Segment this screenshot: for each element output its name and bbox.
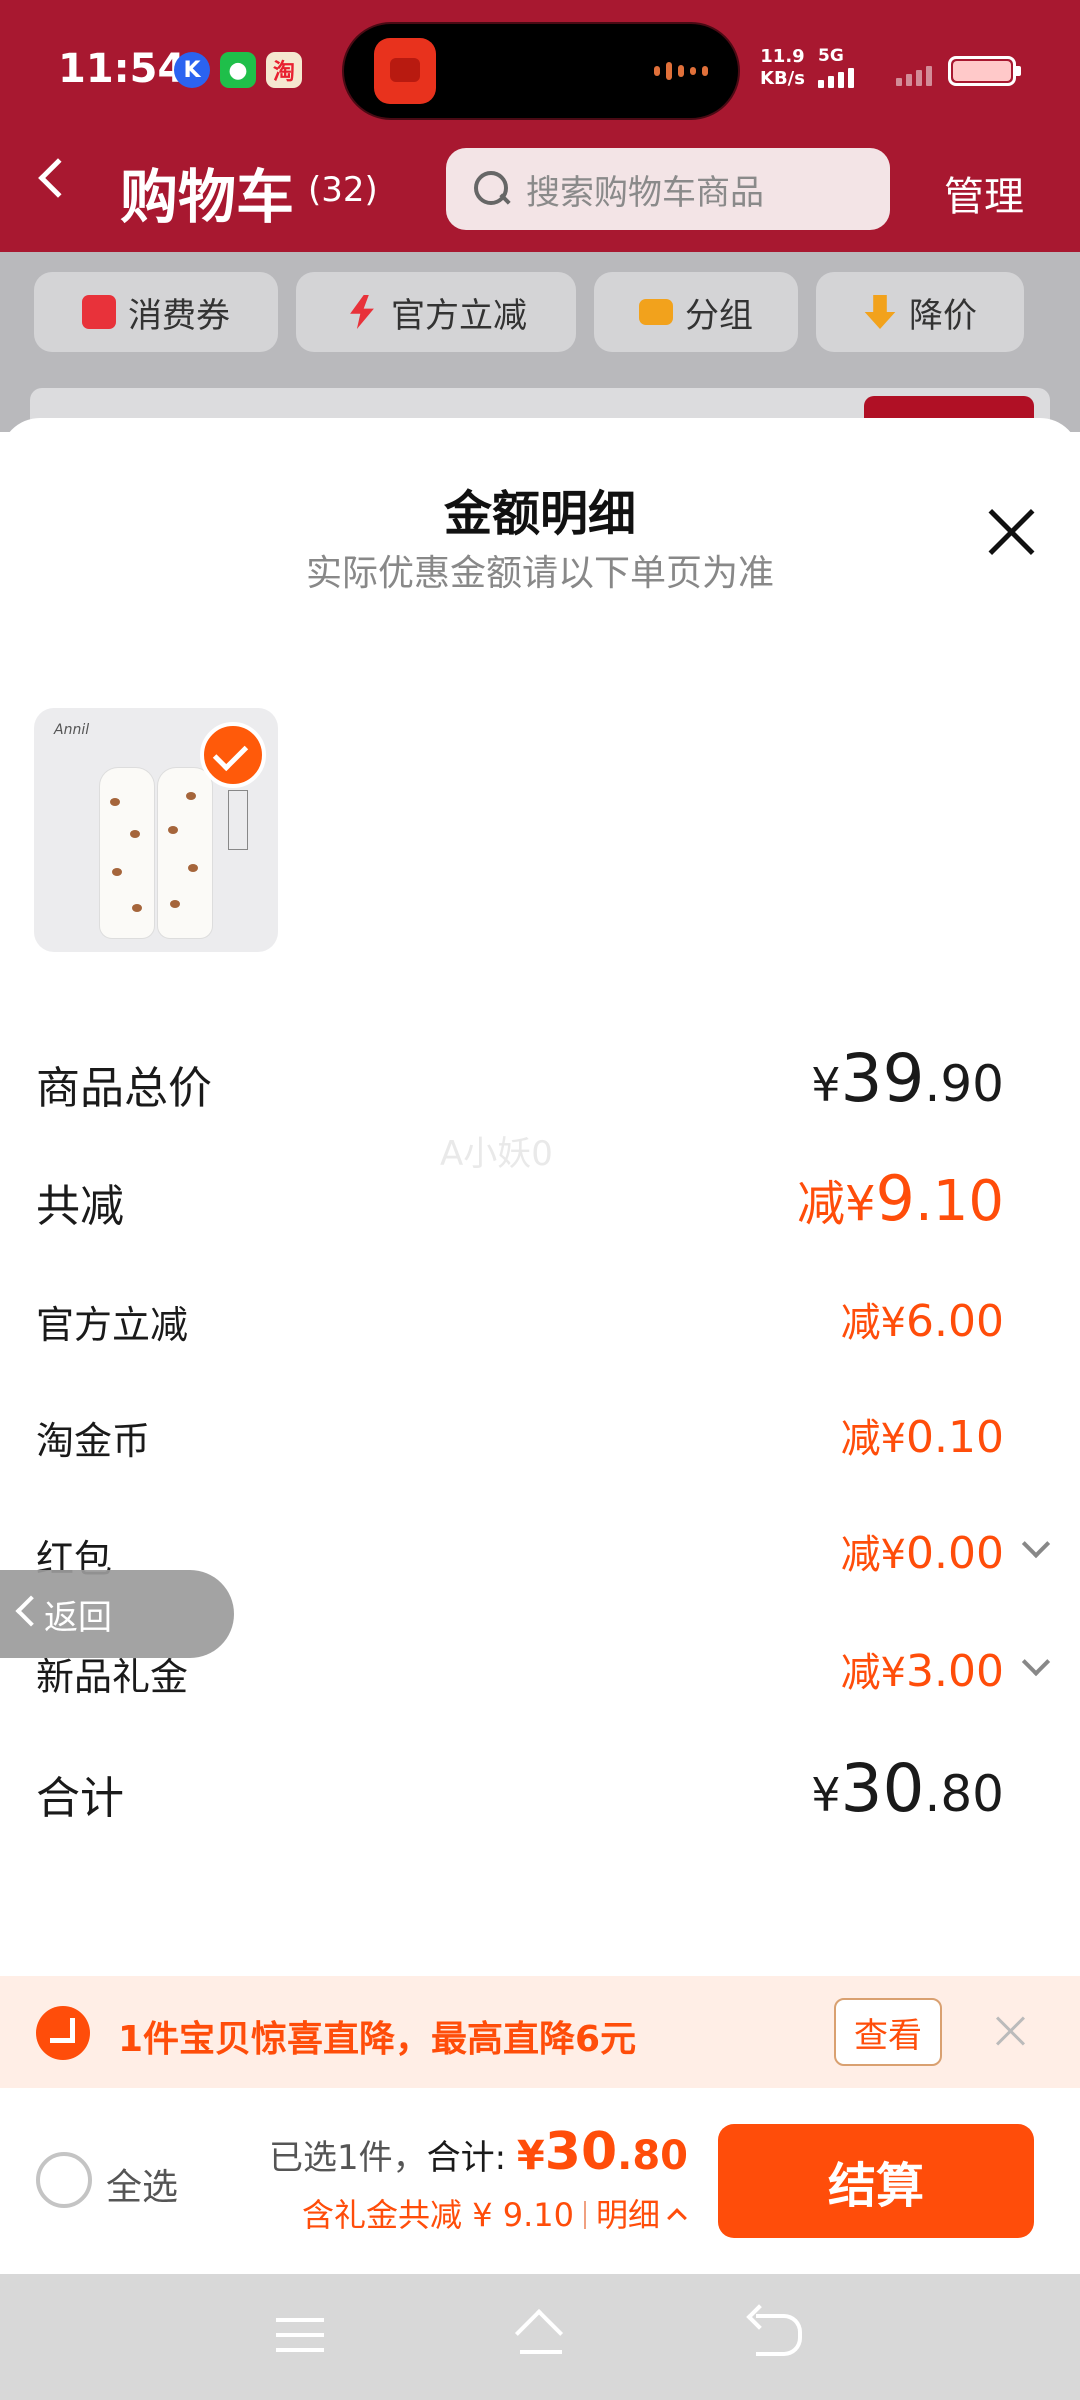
close-icon[interactable] xyxy=(986,506,1036,556)
sheet-title: 金额明细 xyxy=(443,486,636,542)
page-title: 购物车 xyxy=(120,163,295,231)
k-app-icon: K xyxy=(174,52,210,88)
official-discount-int: 6 xyxy=(906,1296,935,1347)
sum-yen: ¥ xyxy=(811,1768,841,1822)
chip-label: 分组 xyxy=(685,295,753,336)
detail-label: 明细 xyxy=(595,2196,660,2234)
promo-text: 1件宝贝惊喜直降，最高直降6元 xyxy=(118,2019,637,2060)
selection-summary: 已选1件，合计: ¥30.80 xyxy=(269,2122,688,2182)
total-discount-prefix: 减¥ xyxy=(796,1176,876,1232)
watermark: A小妖0 xyxy=(440,1134,553,1174)
select-all-radio[interactable] xyxy=(36,2152,92,2208)
audio-wave-icon xyxy=(654,62,708,80)
search-input[interactable]: 搜索购物车商品 xyxy=(446,148,890,230)
cart-count: (32) xyxy=(308,170,378,210)
red-packet-dec: .00 xyxy=(934,1528,1004,1579)
chip-label: 消费券 xyxy=(128,295,230,336)
back-nav-icon[interactable] xyxy=(756,2314,802,2356)
taobao-icon: 淘 xyxy=(266,52,302,88)
price-drop-arrow-icon xyxy=(36,2006,90,2060)
total-label: 合计: xyxy=(426,2138,517,2178)
home-icon[interactable] xyxy=(514,2312,568,2358)
official-discount-value: 减¥6.00 xyxy=(841,1290,1004,1348)
sum-value: ¥30.80 xyxy=(811,1750,1004,1827)
signal-secondary-icon xyxy=(896,66,932,86)
sheet-subtitle: 实际优惠金额请以下单页为准 xyxy=(305,553,774,594)
battery-icon xyxy=(948,56,1021,86)
red-packet-prefix: 减¥ xyxy=(840,1532,907,1578)
sum-int: 30 xyxy=(840,1750,925,1827)
chip-price-drop[interactable]: 降价 xyxy=(816,272,1024,352)
promo-close-icon[interactable] xyxy=(996,2016,1026,2046)
divider xyxy=(583,2201,586,2229)
taojin-coin-value: 减¥0.10 xyxy=(841,1406,1004,1464)
total-discount-label: 共减 xyxy=(36,1181,124,1232)
folder-icon xyxy=(639,299,673,325)
return-label: 返回 xyxy=(44,1598,112,1638)
manage-button[interactable]: 管理 xyxy=(944,164,1024,222)
product-image-leg-left xyxy=(100,768,154,938)
checkout-total-int: 30 xyxy=(544,2122,618,2182)
total-price-label: 商品总价 xyxy=(36,1063,212,1114)
total-discount-int: 9 xyxy=(875,1162,915,1235)
lightning-icon xyxy=(350,295,374,329)
taojin-coin-int: 0 xyxy=(906,1412,935,1463)
price-drop-icon xyxy=(864,295,896,329)
total-discount-dec: .10 xyxy=(914,1169,1004,1234)
red-packet-value[interactable]: 减¥0.00 xyxy=(841,1522,1004,1580)
network-type: 5G xyxy=(818,46,844,66)
sum-label: 合计 xyxy=(36,1773,124,1824)
checkout-button[interactable]: 结算 xyxy=(718,2124,1034,2238)
discount-note: 含礼金共减 ¥ 9.10 xyxy=(302,2196,574,2234)
official-discount-prefix: 减¥ xyxy=(840,1300,907,1346)
new-gift-value[interactable]: 减¥3.00 xyxy=(841,1640,1004,1698)
new-gift-dec: .00 xyxy=(934,1646,1004,1697)
total-discount-value: 减¥9.10 xyxy=(797,1162,1004,1235)
island-app-icon xyxy=(374,38,436,104)
chip-group[interactable]: 分组 xyxy=(594,272,798,352)
official-discount-label: 官方立减 xyxy=(36,1303,189,1347)
network-speed: 11.9 KB/s xyxy=(760,46,805,90)
wechat-icon: ● xyxy=(220,52,256,88)
checkout-total-dec: .80 xyxy=(617,2133,688,2179)
chip-official-discount[interactable]: 官方立减 xyxy=(296,272,576,352)
coupon-icon xyxy=(82,295,116,329)
network-speed-unit: KB/s xyxy=(760,68,805,89)
sum-dec: .80 xyxy=(924,1765,1004,1823)
discount-detail-link[interactable]: 含礼金共减 ¥ 9.10 明细 xyxy=(302,2190,687,2236)
chip-label: 官方立减 xyxy=(391,295,527,336)
taojin-coin-dec: .10 xyxy=(934,1412,1004,1463)
new-gift-int: 3 xyxy=(906,1646,935,1697)
status-time: 11:54 xyxy=(58,46,186,92)
search-placeholder: 搜索购物车商品 xyxy=(526,172,764,213)
total-price-dec: .90 xyxy=(924,1055,1004,1113)
product-image-leg-right xyxy=(158,768,212,938)
dynamic-island[interactable] xyxy=(342,22,740,120)
chip-label: 降价 xyxy=(909,295,977,336)
new-gift-prefix: 减¥ xyxy=(840,1650,907,1696)
red-packet-int: 0 xyxy=(906,1528,935,1579)
taojin-coin-prefix: 减¥ xyxy=(840,1416,907,1462)
promo-view-button[interactable]: 查看 xyxy=(834,1998,942,2066)
selected-count: 已选1件， xyxy=(269,2138,427,2178)
product-tag-icon xyxy=(228,790,248,850)
chevron-up-icon xyxy=(667,2208,687,2228)
checkout-total-yen: ¥ xyxy=(516,2133,545,2179)
chip-coupon[interactable]: 消费券 xyxy=(34,272,278,352)
official-discount-dec: .00 xyxy=(934,1296,1004,1347)
selected-check-icon[interactable] xyxy=(200,722,266,788)
select-all-label[interactable]: 全选 xyxy=(106,2158,178,2210)
taojin-coin-label: 淘金币 xyxy=(36,1419,151,1463)
search-icon xyxy=(472,169,512,209)
total-price-int: 39 xyxy=(840,1040,925,1117)
menu-icon[interactable] xyxy=(276,2318,324,2354)
total-price-yen: ¥ xyxy=(811,1058,841,1112)
brand-logo: Annil xyxy=(54,722,90,738)
total-price-value: ¥39.90 xyxy=(811,1040,1004,1117)
signal-icon xyxy=(818,68,854,88)
network-speed-value: 11.9 xyxy=(760,46,805,67)
